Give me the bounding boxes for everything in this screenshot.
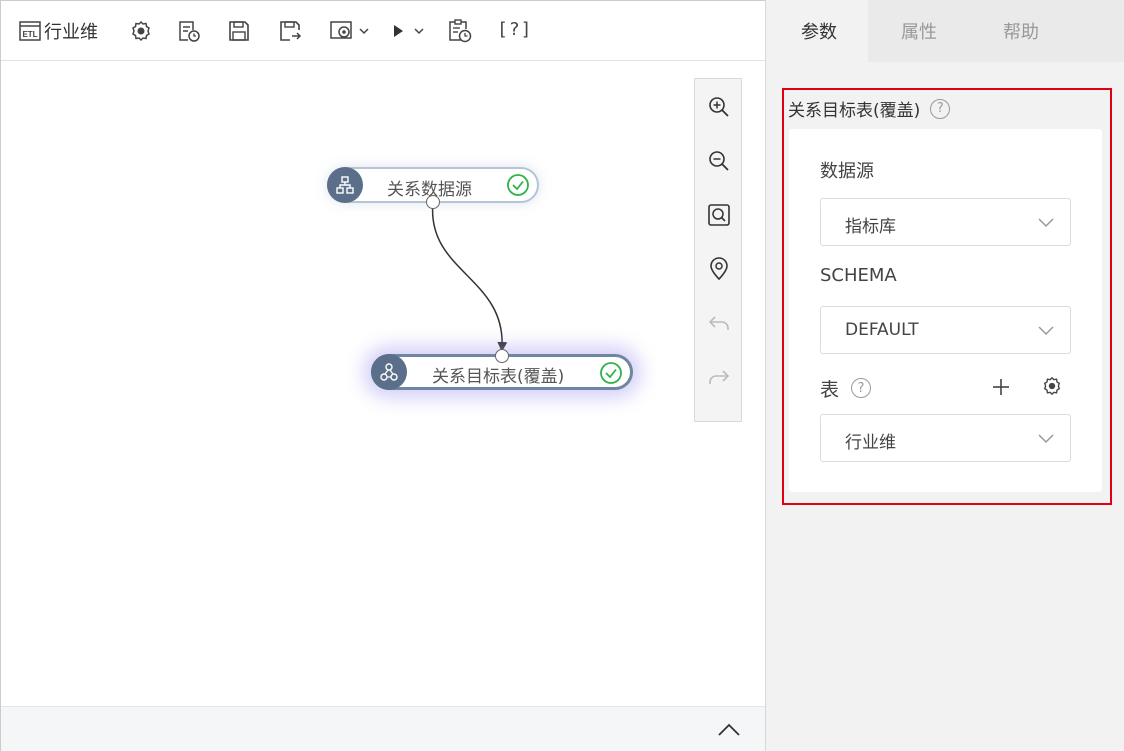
- toolbar: ETL 行业维 [?]: [1, 1, 765, 61]
- run-log-icon: [179, 21, 200, 42]
- target-node-icon: [371, 354, 407, 390]
- run-log-button[interactable]: [177, 18, 201, 44]
- chevron-down-icon: [1038, 326, 1054, 336]
- save-button[interactable]: [227, 18, 251, 44]
- table-field-header: 表 ?: [820, 375, 1071, 401]
- datasource-select[interactable]: 指标库: [820, 198, 1071, 246]
- source-output-port[interactable]: [426, 195, 440, 209]
- table-label: 表: [820, 379, 840, 401]
- tab-properties[interactable]: 属性: [868, 0, 970, 62]
- gear-icon[interactable]: [1042, 376, 1062, 396]
- database-node-icon: [327, 167, 363, 203]
- canvas-controls: [694, 78, 742, 422]
- section-title: 关系目标表(覆盖) ?: [788, 96, 951, 121]
- run-dropdown-button[interactable]: [391, 18, 427, 44]
- add-icon[interactable]: [991, 377, 1011, 397]
- help-circle-icon[interactable]: ?: [930, 98, 951, 119]
- zoom-in-icon[interactable]: [707, 95, 731, 119]
- properties-panel: 参数 属性 帮助 关系目标表(覆盖) ? 数据源 指标库 SCHEMA DEFA…: [765, 0, 1124, 751]
- run-dropdown-icon: [394, 25, 424, 37]
- tab-label: 参数: [801, 22, 837, 43]
- etl-icon: ETL: [19, 21, 41, 41]
- node-label: 关系目标表(覆盖): [432, 367, 565, 387]
- flow-title-label: 行业维: [44, 22, 98, 43]
- config-dropdown-button[interactable]: [330, 18, 370, 44]
- etl-workspace: ETL 行业维 [?] 关系数据源 关系目标表(覆盖): [0, 0, 765, 751]
- schedule-button[interactable]: [448, 18, 472, 44]
- section-title-label: 关系目标表(覆盖): [788, 101, 921, 121]
- undo-icon[interactable]: [707, 311, 731, 335]
- settings-button[interactable]: [130, 18, 152, 44]
- help-button[interactable]: [?]: [497, 19, 533, 40]
- save-as-button[interactable]: [278, 18, 302, 44]
- datasource-value: 指标库: [845, 217, 896, 237]
- save-icon: [229, 21, 249, 41]
- schema-value: DEFAULT: [845, 320, 919, 340]
- tab-help[interactable]: 帮助: [970, 0, 1072, 62]
- locate-icon[interactable]: [707, 257, 731, 281]
- schedule-icon: [449, 19, 472, 43]
- datasource-label: 数据源: [820, 161, 874, 182]
- svg-text:ETL: ETL: [22, 30, 37, 39]
- chevron-down-icon: [1038, 218, 1054, 228]
- flow-title: ETL 行业维: [19, 18, 98, 44]
- schema-label: SCHEMA: [820, 265, 897, 286]
- table-select[interactable]: 行业维: [820, 414, 1071, 462]
- check-circle-icon: [507, 174, 529, 196]
- settings-icon: [132, 20, 150, 42]
- bottom-panel-bar: [1, 706, 765, 751]
- check-circle-icon: [600, 362, 622, 384]
- table-value: 行业维: [845, 433, 896, 453]
- panel-tabs: 参数 属性 帮助: [766, 0, 1124, 62]
- target-input-port[interactable]: [495, 349, 509, 363]
- fit-view-icon[interactable]: [707, 203, 731, 227]
- save-as-icon: [280, 21, 302, 41]
- tab-parameters[interactable]: 参数: [766, 0, 868, 62]
- help-circle-icon[interactable]: ?: [851, 378, 871, 398]
- zoom-out-icon[interactable]: [707, 149, 731, 173]
- parameter-card: 数据源 指标库 SCHEMA DEFAULT 表 ? 行业维: [789, 129, 1102, 492]
- redo-icon[interactable]: [707, 365, 731, 389]
- collapse-up-icon[interactable]: [717, 721, 741, 739]
- config-dropdown-icon: [330, 21, 369, 39]
- tab-label: 属性: [901, 22, 937, 43]
- tab-label: 帮助: [1003, 22, 1039, 43]
- flow-canvas[interactable]: 关系数据源 关系目标表(覆盖): [1, 62, 765, 706]
- schema-select[interactable]: DEFAULT: [820, 306, 1071, 354]
- chevron-down-icon: [1038, 434, 1054, 444]
